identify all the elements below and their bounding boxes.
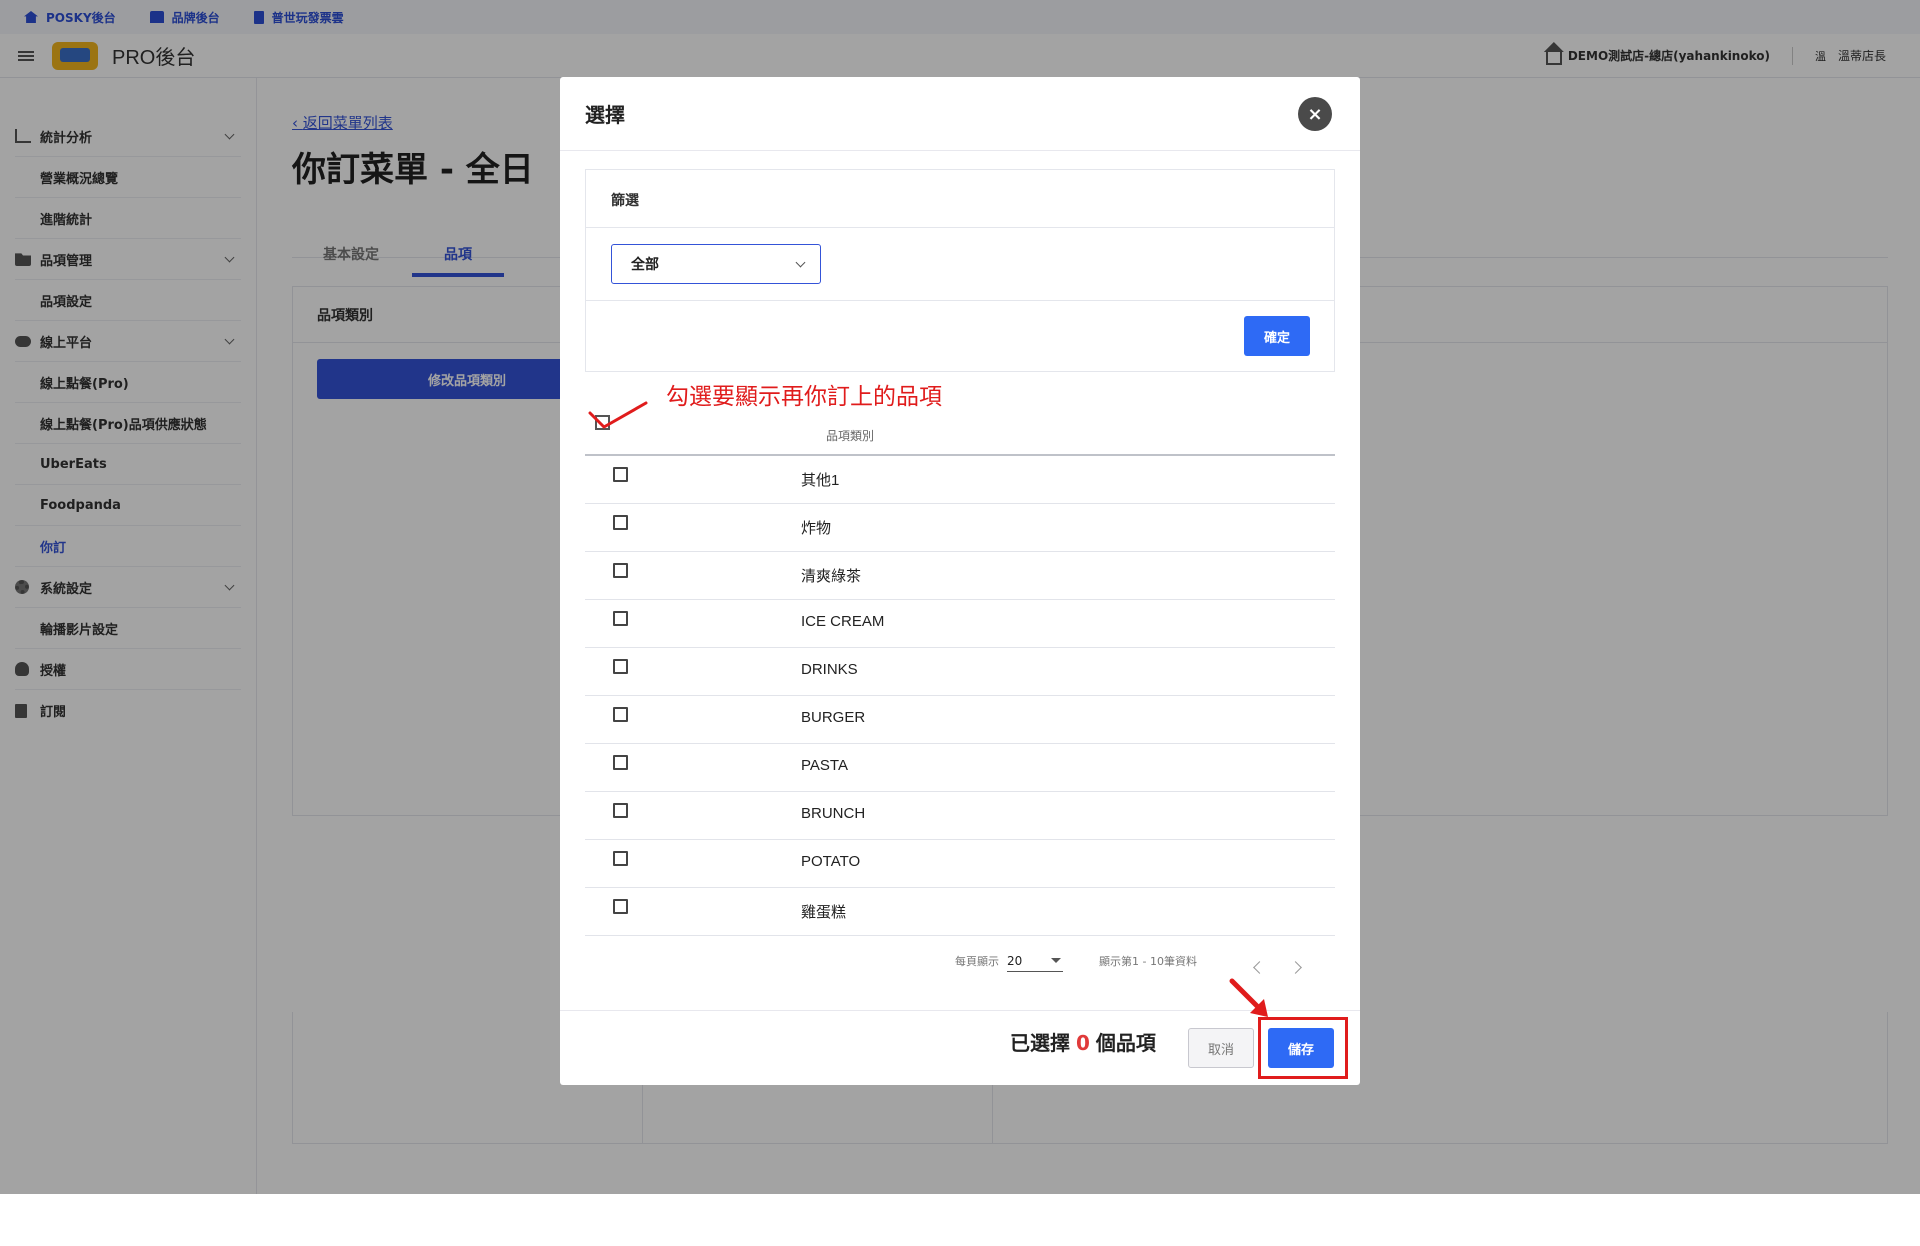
table-row[interactable]: ICE CREAM: [585, 600, 1335, 648]
filter-divider: [586, 300, 1334, 301]
page-bottom: [0, 1194, 1920, 1246]
filter-header: 篩選: [586, 170, 1334, 228]
row-label: BRUNCH: [801, 805, 866, 822]
table-row[interactable]: DRINKS: [585, 648, 1335, 696]
chevron-down-icon: [795, 257, 806, 268]
row-checkbox[interactable]: [613, 755, 628, 770]
row-label: 炸物: [801, 520, 832, 537]
row-checkbox[interactable]: [613, 659, 628, 674]
table-row[interactable]: 清爽綠茶: [585, 552, 1335, 600]
row-checkbox[interactable]: [613, 563, 628, 578]
pagination: 每頁顯示 20 顯示第1 - 10筆資料: [955, 950, 1197, 972]
row-label: BURGER: [801, 709, 866, 726]
row-checkbox[interactable]: [613, 515, 628, 530]
filter-section: 篩選 全部 確定: [585, 169, 1335, 372]
select-items-modal: 選擇 × 篩選 全部 確定 品項類別 勾選要顯示再你訂上的品項 其他1 炸物 清…: [560, 77, 1360, 1085]
row-label: 清爽綠茶: [801, 568, 862, 585]
table-row[interactable]: 其他1: [585, 456, 1335, 504]
table-row[interactable]: BRUNCH: [585, 792, 1335, 840]
filter-label: 篩選: [611, 193, 639, 209]
row-checkbox[interactable]: [613, 803, 628, 818]
table-row[interactable]: 雞蛋糕: [585, 888, 1335, 936]
per-page-label: 每頁顯示: [955, 955, 999, 968]
selected-suffix: 個品項: [1095, 1031, 1156, 1055]
close-icon[interactable]: ×: [1298, 97, 1332, 131]
row-label: POTATO: [801, 853, 861, 870]
modal-header-divider: [560, 150, 1360, 151]
row-checkbox[interactable]: [613, 467, 628, 482]
per-page-value: 20: [1007, 953, 1023, 968]
table-row[interactable]: PASTA: [585, 744, 1335, 792]
page-range-text: 顯示第1 - 10筆資料: [1099, 955, 1197, 968]
per-page-select[interactable]: 20: [1007, 950, 1063, 972]
row-checkbox[interactable]: [613, 707, 628, 722]
modal-title: 選擇: [585, 103, 625, 127]
row-label: PASTA: [801, 757, 848, 774]
table-row[interactable]: 炸物: [585, 504, 1335, 552]
row-checkbox[interactable]: [613, 899, 628, 914]
row-checkbox[interactable]: [613, 851, 628, 866]
selected-prefix: 已選擇: [1010, 1031, 1070, 1055]
selected-count-summary: 已選擇 0 個品項: [1010, 1027, 1156, 1056]
annotation-text: 勾選要顯示再你訂上的品項: [666, 384, 942, 410]
selected-count: 0: [1076, 1031, 1090, 1055]
row-label: 雞蛋糕: [801, 904, 847, 921]
row-label: 其他1: [801, 472, 840, 489]
row-checkbox[interactable]: [613, 611, 628, 626]
annotation-check-mark: [588, 401, 648, 429]
confirm-filter-button[interactable]: 確定: [1244, 316, 1310, 356]
row-label: DRINKS: [801, 661, 858, 678]
row-label: ICE CREAM: [801, 613, 885, 630]
caret-down-icon: [1051, 958, 1061, 963]
chevron-right-icon[interactable]: [1289, 961, 1302, 974]
chevron-left-icon[interactable]: [1253, 961, 1266, 974]
table-row[interactable]: POTATO: [585, 840, 1335, 888]
category-rows: 其他1 炸物 清爽綠茶 ICE CREAM DRINKS BURGER PAST…: [585, 456, 1335, 936]
filter-selected-value: 全部: [631, 257, 659, 273]
column-header-category: 品項類別: [826, 429, 875, 443]
annotation-arrow: [1229, 978, 1268, 1017]
table-row[interactable]: BURGER: [585, 696, 1335, 744]
category-filter-select[interactable]: 全部: [611, 244, 821, 284]
